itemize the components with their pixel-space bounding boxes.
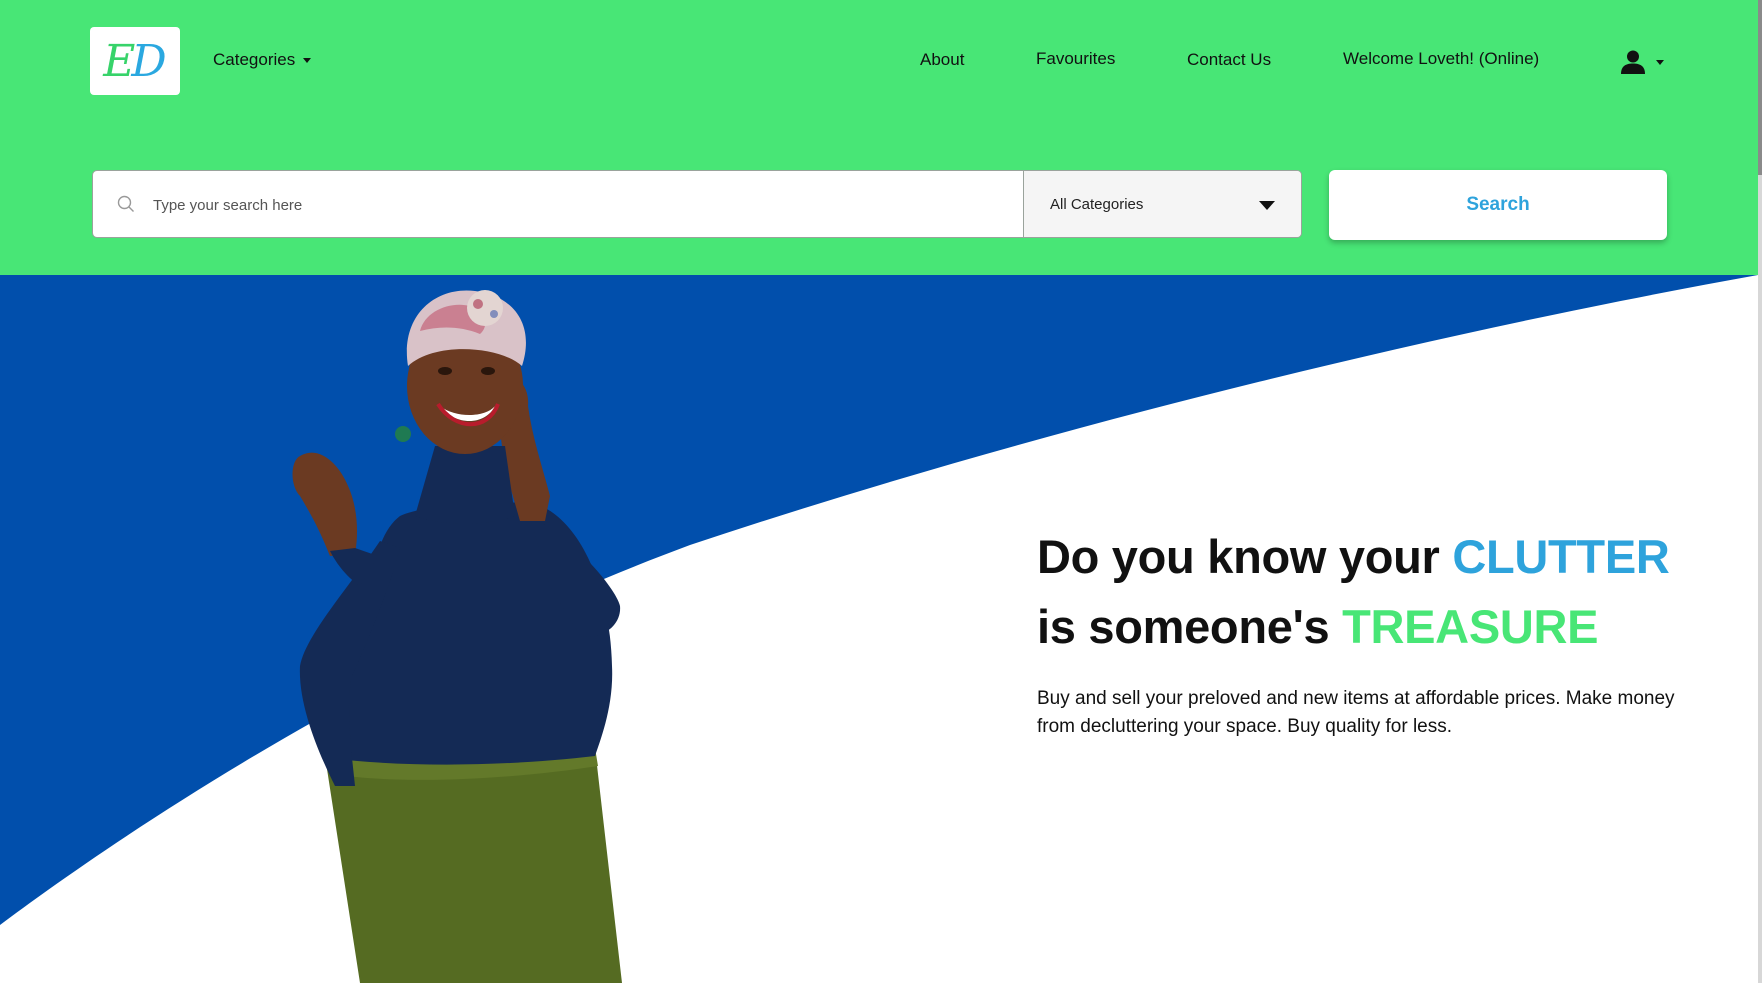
hero-subtext: Buy and sell your preloved and new items… bbox=[1037, 688, 1675, 737]
site-logo[interactable]: ED bbox=[90, 27, 180, 95]
hero-headline-part1: Do you know your bbox=[1037, 530, 1453, 583]
category-select[interactable]: All Categories bbox=[1023, 171, 1301, 237]
categories-menu[interactable]: Categories bbox=[213, 50, 312, 70]
hero-headline-part2: is someone's bbox=[1037, 600, 1343, 653]
categories-menu-label: Categories bbox=[213, 50, 296, 69]
search-button[interactable]: Search bbox=[1329, 170, 1667, 240]
nav-about-link[interactable]: About bbox=[920, 50, 964, 70]
category-select-value: All Categories bbox=[1050, 195, 1144, 213]
search-bar: All Categories bbox=[92, 170, 1302, 238]
logo-mark: ED bbox=[103, 35, 167, 87]
hero-person-image bbox=[292, 290, 622, 983]
caret-down-icon bbox=[1259, 201, 1275, 210]
search-input[interactable] bbox=[151, 171, 1005, 237]
hero-headline: Do you know your CLUTTER is someone's TR… bbox=[1037, 522, 1737, 662]
user-menu[interactable] bbox=[1620, 48, 1668, 76]
chevron-down-icon bbox=[303, 58, 312, 64]
hero-highlight-clutter: CLUTTER bbox=[1452, 530, 1670, 583]
scrollbar-thumb[interactable] bbox=[1758, 0, 1762, 175]
nav-contact-link[interactable]: Contact Us bbox=[1187, 50, 1271, 70]
nav-favourites-link[interactable]: Favourites bbox=[1036, 49, 1115, 69]
welcome-status: Welcome Loveth! (Online) bbox=[1343, 49, 1540, 68]
search-icon bbox=[117, 195, 134, 212]
chevron-down-icon bbox=[1656, 59, 1664, 65]
user-icon bbox=[1621, 50, 1645, 74]
hero-highlight-treasure: TREASURE bbox=[1342, 600, 1599, 653]
